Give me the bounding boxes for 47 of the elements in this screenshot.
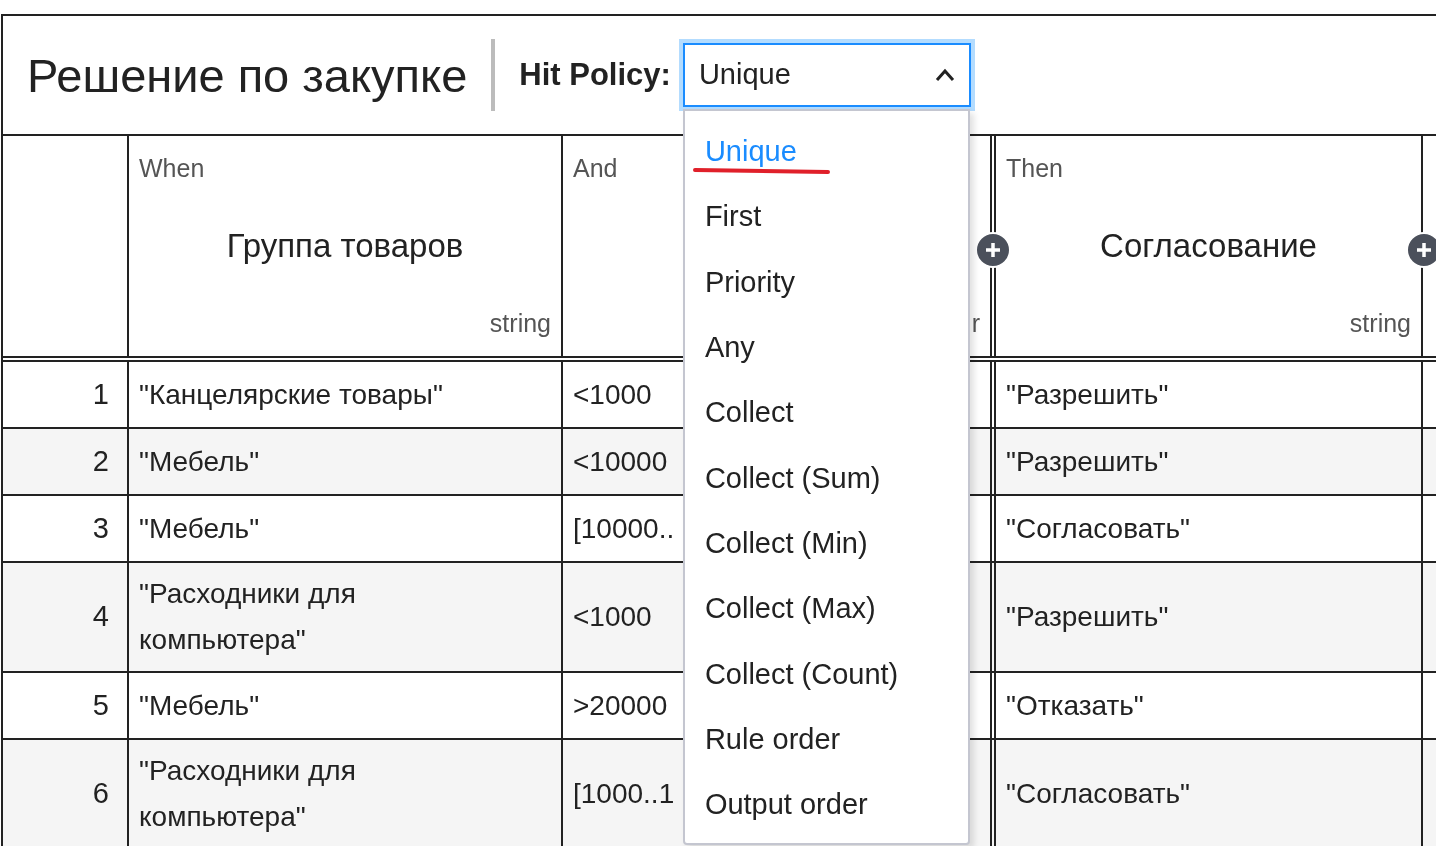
table-cell-text: [10000.. [573,511,675,546]
table-cell-text: "Разрешить" [1006,444,1169,479]
plus-icon [1415,241,1433,259]
table-cell-text: "Мебель" [139,688,260,723]
table-cell-text: <1000 [573,600,652,634]
table-cell-text: <10000 [573,444,668,479]
dropdown-option[interactable]: Collect (Count) [704,659,899,689]
row-number: 3 [92,510,109,546]
column-type: string [1349,307,1411,339]
table-cell-text: "Расходники для компьютера" [139,754,357,834]
row-number: 1 [92,376,109,412]
table-cell-text: "Расходники для компьютера" [139,577,357,657]
dropdown-option[interactable]: Collect (Max) [704,594,876,624]
hit-policy-label: Hit Policy: [519,55,671,94]
row-number: 6 [92,776,109,812]
table-cell-text: "Канцелярские товары" [139,377,443,412]
dropdown-option[interactable]: First [704,202,762,232]
column-name: Согласование [1100,226,1317,267]
row-number: 5 [92,687,109,723]
column-clause-label: When [139,153,205,184]
table-cell-text: "Мебель" [139,444,260,479]
table-cell-text: >20000 [573,688,668,723]
column-name: Группа товаров [226,226,464,267]
chevron-icon [934,68,955,82]
table-cell-text: "Согласовать" [1006,511,1190,546]
dropdown-option[interactable]: Rule order [704,724,841,754]
table-cell-text: [1000..1 [573,777,675,811]
table-cell-text: "Мебель" [139,511,260,546]
row-number: 4 [92,599,109,635]
table-cell-text: "Разрешить" [1006,377,1169,412]
dropdown-option[interactable]: Output order [704,790,868,820]
column-type: r [971,307,980,339]
row-number: 2 [92,443,109,479]
dropdown-option[interactable]: Any [704,333,755,363]
table-cell-text: <1000 [573,377,652,412]
dropdown-option[interactable]: Collect (Sum) [704,463,881,493]
table-cell-text: "Разрешить" [1006,600,1169,634]
dropdown-option[interactable]: Priority [704,267,796,297]
dropdown-option[interactable]: Collect [704,398,794,428]
table-cell-text: "Согласовать" [1006,777,1190,811]
plus-icon [984,241,1002,259]
dropdown-option[interactable]: Collect (Min) [704,528,868,558]
column-type: string [489,307,551,339]
table-cell-text: "Отказать" [1006,688,1144,723]
column-clause-label: And [573,153,618,184]
add-column-button[interactable] [1406,232,1436,268]
column-clause-label: Then [1006,153,1063,184]
